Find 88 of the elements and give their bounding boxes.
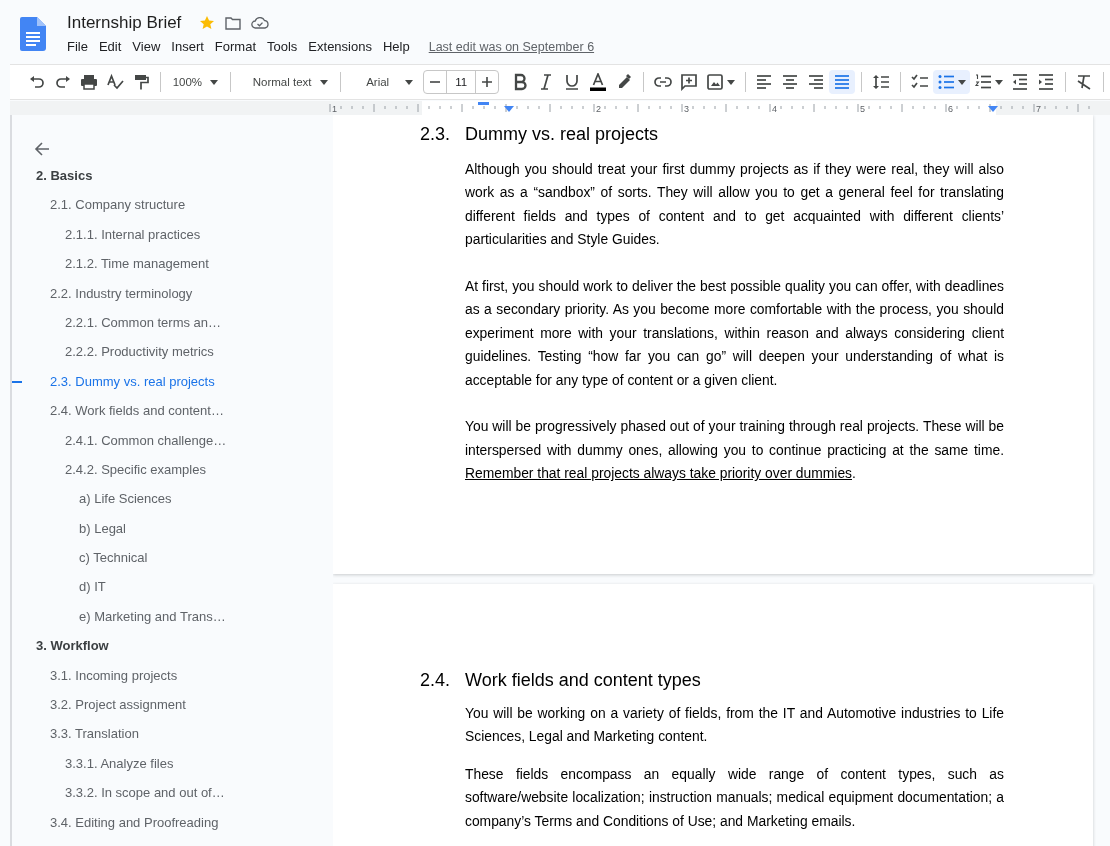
menu-item[interactable]: File <box>67 39 88 54</box>
cloud-check-icon[interactable] <box>251 17 270 29</box>
menu-item[interactable]: View <box>132 39 161 54</box>
redo-icon[interactable] <box>54 73 72 91</box>
outline-item[interactable]: d) IT <box>79 578 106 608</box>
outline-item[interactable]: e) Marketing and Trans… <box>79 607 226 638</box>
image-icon[interactable] <box>705 73 724 91</box>
decrease-indent-icon[interactable] <box>1010 73 1029 91</box>
align-justify-button[interactable] <box>829 70 856 94</box>
ruler-label: 3 <box>684 104 689 114</box>
caret-icon[interactable] <box>726 79 735 85</box>
outline-item[interactable]: 2.1.2. Time management <box>65 255 209 285</box>
ruler-label: 7 <box>1036 104 1041 114</box>
align-left-icon <box>755 73 774 91</box>
menu-item[interactable]: Insert <box>171 39 204 54</box>
outline-item[interactable]: 2.2.1. Common terms an… <box>65 313 222 344</box>
body-paragraph: Although you should treat your first dummy projects as if they were real, they will also work as a “sandbox” of sorts. They will allow you to get a general feel for translating different fields and types of content and to get acquainted with different clients’ particularities and Style Guides. <box>465 160 1004 250</box>
outline-item[interactable]: 3.3.2. In scope and out of… <box>65 784 225 814</box>
body-paragraph: You will be working on a variety of fields, from the IT and Automotive industries to Life Sciences, Legal and Marketing content. <box>465 704 1004 747</box>
increase-indent-icon[interactable] <box>1036 73 1055 91</box>
heading-number: 2.3. <box>420 124 452 145</box>
caret-icon[interactable] <box>994 79 1003 85</box>
ruler-label: 1 <box>332 104 337 114</box>
print-icon[interactable] <box>80 73 98 91</box>
outline-item[interactable]: 2.1. Company structure <box>50 196 186 226</box>
heading-text: Work fields and content types <box>465 670 701 692</box>
list-bulleted-button[interactable] <box>932 70 970 94</box>
add-comment-icon[interactable] <box>679 73 698 91</box>
menu-item[interactable]: Format <box>214 39 256 54</box>
outline-item[interactable]: 3.2. Project assignment <box>50 696 186 726</box>
outline-item[interactable]: 3.3.1. Analyze files <box>65 754 174 785</box>
outline-item[interactable]: 2.2.2. Productivity metrics <box>65 343 214 373</box>
ruler-label: 5 <box>860 104 865 114</box>
style-dropdown[interactable]: Normal text <box>246 76 334 88</box>
ruler-label: 6 <box>948 104 953 114</box>
current-heading-marker <box>12 380 22 383</box>
outline-item[interactable]: c) Technical <box>79 549 148 579</box>
menu-item[interactable]: Tools <box>267 39 298 54</box>
zoom-dropdown[interactable]: 100% <box>166 76 225 88</box>
last-edit-link[interactable]: Last edit was on September 6 <box>428 39 595 54</box>
outline-item[interactable]: 2.3. Dummy vs. real projects <box>50 372 215 403</box>
ruler-label: 4 <box>772 104 777 114</box>
spellcheck-icon[interactable] <box>106 73 124 91</box>
heading-text: Dummy vs. real projects <box>465 124 659 145</box>
outline-item[interactable]: 2.4.2. Specific examples <box>65 460 206 491</box>
plus-icon[interactable] <box>481 76 494 88</box>
menu-item[interactable]: Help <box>382 39 410 54</box>
menu-item[interactable]: Extensions <box>308 39 372 54</box>
caret-icon[interactable] <box>405 79 414 85</box>
outline-item[interactable]: 2. Basics <box>36 167 93 197</box>
first-line-indent-marker[interactable] <box>478 102 489 105</box>
paint-format-icon[interactable] <box>132 73 150 91</box>
body-paragraph: You will be progressively phased out of your training through real projects. These will be interspersed with dummy ones, allowing you to continue practicing at the same time. Remember that real projects always take priority over dummies. <box>465 417 1004 484</box>
outline-item[interactable]: 3.1. Incoming projects <box>50 666 178 697</box>
back-arrow-icon[interactable] <box>34 141 50 157</box>
star-icon[interactable] <box>199 15 216 31</box>
outline-item[interactable]: 2.4. Work fields and content… <box>50 402 224 432</box>
folder-icon[interactable] <box>225 16 242 30</box>
caret-icon[interactable] <box>957 79 966 85</box>
outline-item[interactable]: 2.2. Industry terminology <box>50 284 193 314</box>
outline-item[interactable]: 2.4.1. Common challenge… <box>65 431 227 461</box>
outline-item[interactable]: 3.4. Editing and Proofreading <box>50 813 219 843</box>
align-center-icon <box>781 73 800 91</box>
list-numbered-icon <box>973 73 992 91</box>
line-spacing-icon[interactable] <box>872 73 891 91</box>
left-indent-marker[interactable] <box>504 106 514 112</box>
caret-icon[interactable] <box>210 79 219 85</box>
body-paragraph: These fields encompass an equally wide range of content types, such as software/website localization; instruction manuals; medical equipment documentation; a company’s Terms and Conditions of Use; and Marketing emails. <box>465 764 1004 831</box>
outline-item[interactable]: a) Life Sciences <box>79 490 172 520</box>
outline-item[interactable]: 2.1.1. Internal practices <box>65 225 201 256</box>
caret-icon[interactable] <box>319 79 328 85</box>
body-paragraph: At first, you should work to deliver the best possible quality you can offer, with deadlines as a secondary priority. As you become more comfortable with the process, you should experiment more with your translations, within reason and always considering client guidelines. Testing “how far you can go” will deepen your understanding of what is acceptable for any type of content or a given client. <box>465 277 1004 390</box>
outline-item[interactable]: 3.3. Translation <box>50 725 139 755</box>
font-dropdown[interactable]: Arial <box>360 76 420 88</box>
align-justify-icon <box>833 73 852 91</box>
document-title[interactable]: Internship Brief <box>67 13 182 33</box>
right-indent-marker[interactable] <box>988 106 998 112</box>
list-checklist-icon <box>910 73 929 91</box>
outline-item[interactable]: b) Legal <box>79 519 126 550</box>
menu-item[interactable]: Edit <box>98 39 122 54</box>
ruler-label: 2 <box>596 104 601 114</box>
undo-icon[interactable] <box>28 73 46 91</box>
outline-item[interactable]: 3. Workflow <box>36 637 109 667</box>
text-color-icon[interactable] <box>589 73 608 91</box>
heading-number: 2.4. <box>420 670 452 692</box>
align-right-icon <box>807 73 826 91</box>
docs-logo-icon[interactable] <box>20 17 46 51</box>
list-bulleted-icon <box>936 73 955 91</box>
